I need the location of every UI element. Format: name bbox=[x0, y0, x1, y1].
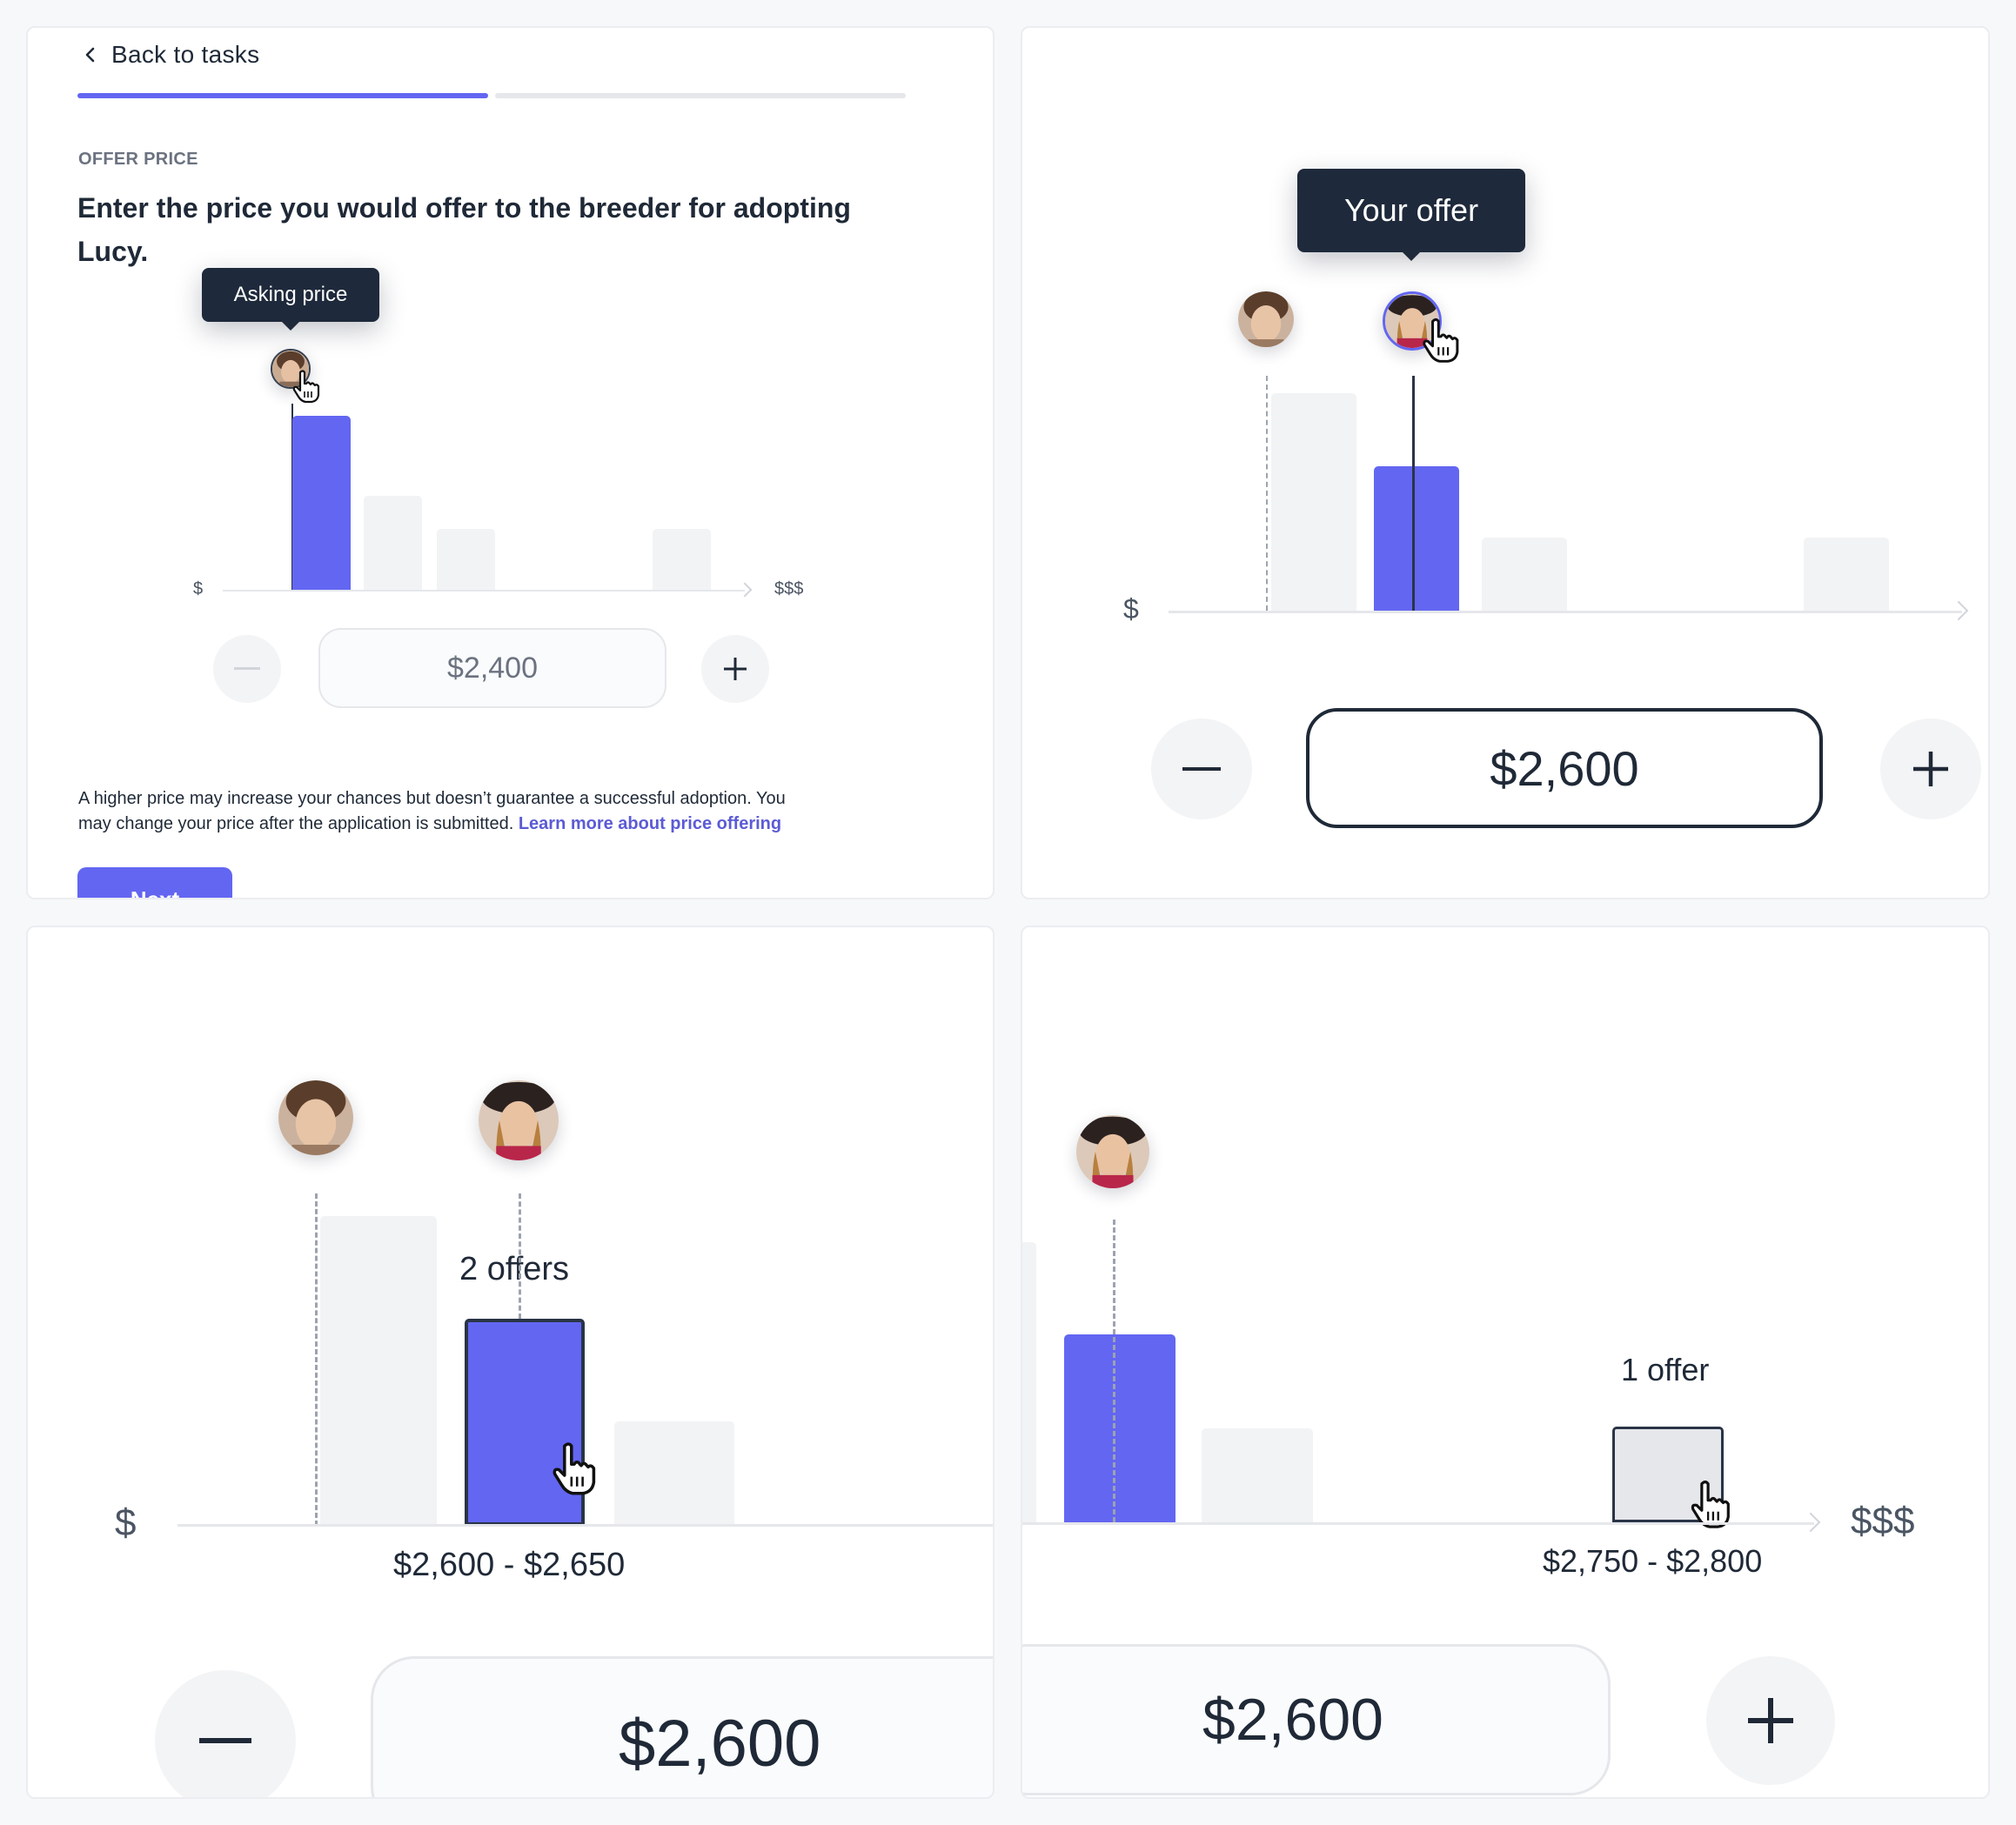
learn-more-link[interactable]: Learn more about price offering bbox=[519, 814, 781, 833]
histogram-bar-2 bbox=[1064, 1334, 1175, 1522]
price-axis bbox=[1169, 611, 1962, 613]
asking-price-tooltip: Asking price bbox=[202, 268, 379, 331]
page-title-line1: Enter the price you would offer to the b… bbox=[77, 192, 851, 224]
eyebrow-label: OFFER PRICE bbox=[78, 150, 198, 169]
progress-step-1 bbox=[77, 93, 488, 98]
page-title: Enter the price you would offer to the b… bbox=[77, 186, 948, 273]
price-note-line2: may change your price after the applicat… bbox=[78, 814, 514, 833]
histogram-bar-1 bbox=[292, 416, 351, 591]
avatar-woman[interactable] bbox=[479, 1080, 559, 1160]
hand-pointer-icon bbox=[292, 370, 320, 404]
axis-high-label: $$$ bbox=[774, 579, 804, 598]
panel-bar-hover: 2 offers $ $2,600 - $2,650 $2,600 bbox=[26, 926, 995, 1799]
your-offer-tooltip: Your offer bbox=[1297, 169, 1525, 261]
price-axis bbox=[1022, 1522, 1814, 1525]
avatar-man[interactable] bbox=[1238, 291, 1294, 347]
asking-price-marker bbox=[315, 1193, 318, 1526]
price-input[interactable]: $2,600 bbox=[1306, 708, 1823, 828]
back-link-label: Back to tasks bbox=[111, 41, 260, 68]
panel-bar-hover-high: 1 offer $$$ $2,750 - $2,800 $2,600 bbox=[1021, 926, 1990, 1799]
chevron-left-icon bbox=[85, 47, 95, 63]
price-input-value: $2,600 bbox=[1202, 1687, 1383, 1753]
bar-count-label: 2 offers bbox=[459, 1251, 570, 1287]
price-input-value: $2,600 bbox=[1490, 740, 1639, 796]
price-note: A higher price may increase your chances… bbox=[78, 786, 983, 837]
histogram-bar-3 bbox=[614, 1421, 734, 1526]
increase-button[interactable] bbox=[1706, 1656, 1835, 1785]
price-axis bbox=[177, 1524, 993, 1527]
price-input[interactable]: $2,400 bbox=[318, 628, 666, 708]
progress-step-2 bbox=[495, 93, 906, 98]
axis-low-label: $ bbox=[115, 1501, 137, 1544]
bar-range-label: $2,600 - $2,650 bbox=[393, 1547, 626, 1583]
next-button-label: Next bbox=[130, 886, 180, 899]
bar-range-label: $2,750 - $2,800 bbox=[1543, 1543, 1763, 1579]
axis-low-label: $ bbox=[193, 579, 204, 598]
axis-high-label: $$$ bbox=[1851, 1500, 1915, 1542]
histogram-bar-3 bbox=[437, 529, 495, 591]
decrease-button[interactable] bbox=[1151, 719, 1252, 819]
plus-icon bbox=[1748, 1698, 1793, 1743]
your-offer-marker bbox=[1113, 1220, 1115, 1522]
minus-icon bbox=[199, 1738, 251, 1743]
asking-price-tooltip-label: Asking price bbox=[233, 283, 348, 306]
avatar-man[interactable] bbox=[278, 1080, 353, 1155]
price-input[interactable]: $2,600 bbox=[1022, 1644, 1611, 1795]
axis-arrow bbox=[737, 582, 753, 598]
price-input-value: $2,600 bbox=[619, 1706, 821, 1781]
increase-button[interactable] bbox=[1880, 719, 1981, 819]
histogram-bar-3 bbox=[1482, 538, 1567, 611]
histogram-bar-2 bbox=[364, 496, 422, 591]
asking-price-marker bbox=[1266, 376, 1268, 611]
decrease-button[interactable] bbox=[155, 1670, 296, 1797]
price-note-line1: A higher price may increase your chances… bbox=[78, 789, 786, 808]
your-offer-tooltip-label: Your offer bbox=[1343, 192, 1479, 228]
axis-arrow bbox=[1800, 1512, 1821, 1533]
histogram-bar-4 bbox=[653, 529, 711, 591]
bar-count-label: 1 offer bbox=[1621, 1352, 1710, 1387]
your-offer-marker bbox=[519, 1193, 521, 1319]
minus-icon bbox=[1182, 766, 1221, 771]
histogram-bar-1 bbox=[320, 1216, 437, 1526]
price-input[interactable]: $2,600 bbox=[371, 1656, 993, 1797]
hand-pointer-icon bbox=[553, 1442, 596, 1495]
histogram-bar-4 bbox=[1804, 538, 1889, 611]
decrease-button[interactable] bbox=[213, 635, 281, 703]
next-button[interactable]: Next bbox=[77, 867, 232, 899]
axis-low-label: $ bbox=[1123, 593, 1139, 625]
histogram-bar-3 bbox=[1202, 1428, 1313, 1522]
back-link[interactable]: Back to tasks bbox=[82, 40, 259, 70]
page-title-line2: Lucy. bbox=[77, 236, 149, 267]
increase-button[interactable] bbox=[701, 635, 769, 703]
hand-pointer-icon bbox=[1423, 318, 1459, 363]
histogram-bar-1 bbox=[1271, 393, 1356, 611]
histogram-bar-2 bbox=[1374, 466, 1459, 611]
progress-track bbox=[77, 93, 906, 98]
panel-offer-price: Back to tasks OFFER PRICE Enter the pric… bbox=[26, 26, 995, 899]
minus-icon bbox=[234, 667, 260, 670]
panel-your-offer: Your offer $ $2,600 bbox=[1021, 26, 1990, 899]
axis-arrow bbox=[1948, 600, 1969, 621]
avatar-woman[interactable] bbox=[1076, 1115, 1149, 1188]
plus-icon bbox=[724, 658, 747, 680]
histogram-bar-1 bbox=[1022, 1242, 1036, 1522]
price-axis bbox=[223, 590, 745, 592]
price-input-value: $2,400 bbox=[447, 651, 538, 685]
your-offer-marker bbox=[1412, 376, 1415, 611]
plus-icon bbox=[1913, 752, 1948, 786]
